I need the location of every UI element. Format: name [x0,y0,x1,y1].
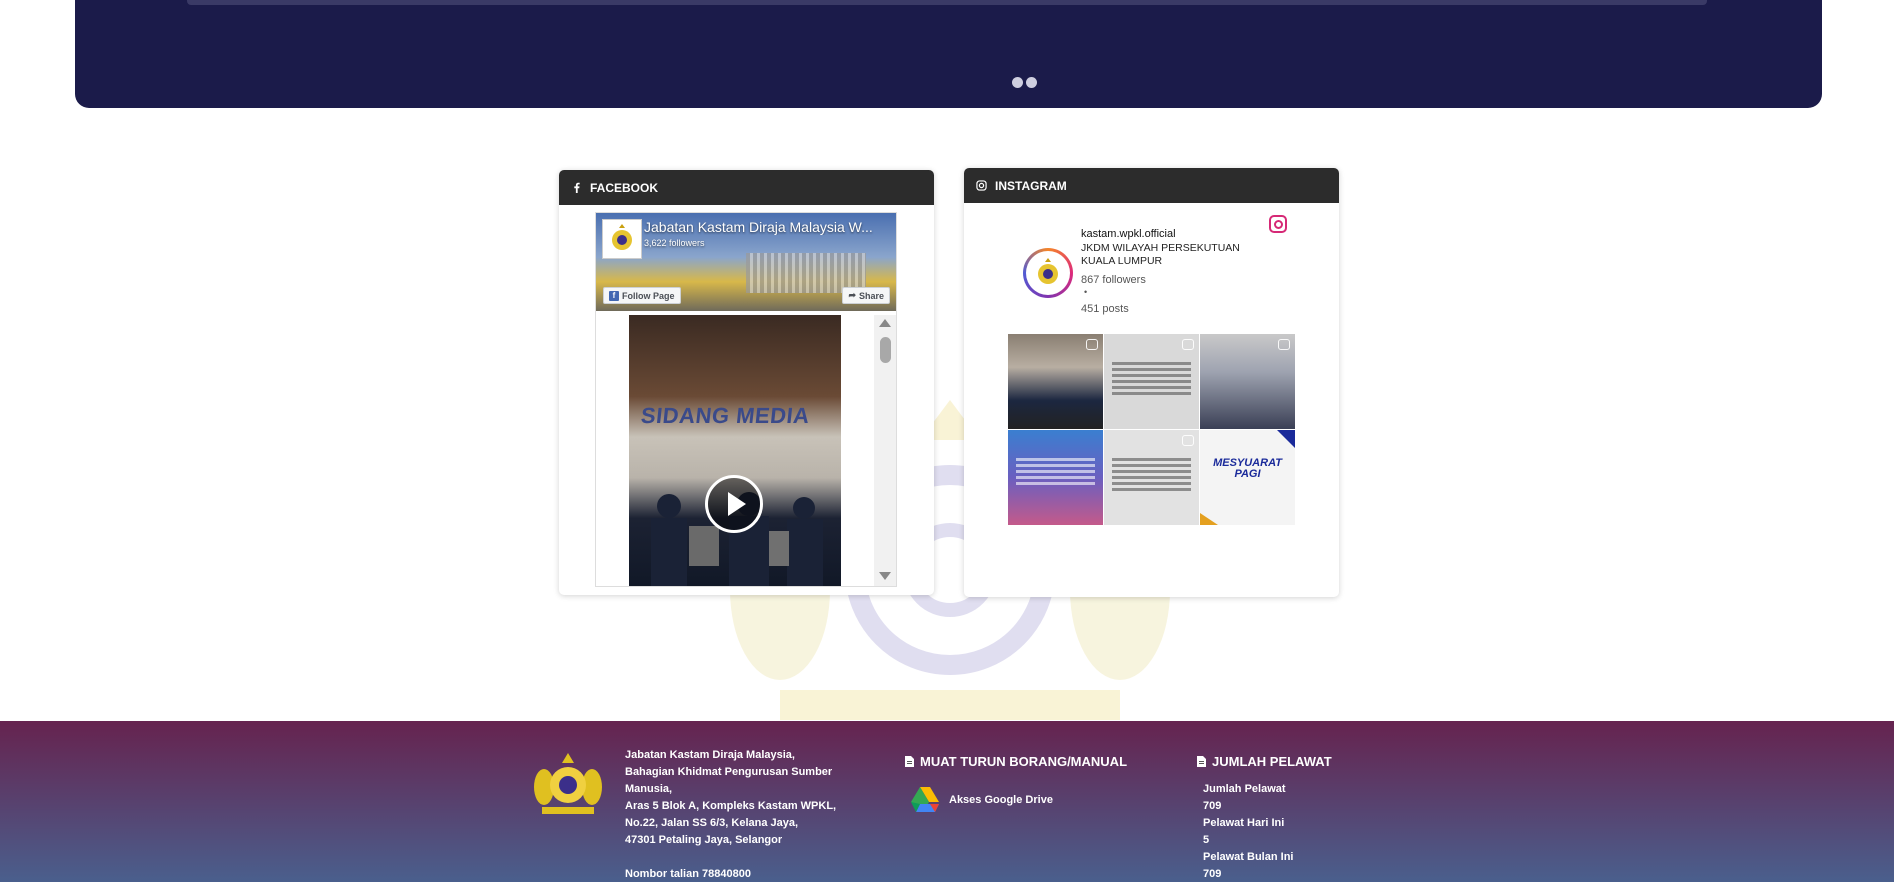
instagram-username[interactable]: kastam.wpkl.official [1081,228,1176,240]
address-line-1: Jabatan Kastam Diraja Malaysia, [625,749,795,761]
address-line-3: Aras 5 Blok A, Kompleks Kastam WPKL, [625,800,837,812]
instagram-card-header: INSTAGRAM [964,168,1339,203]
reel-icon [1086,339,1098,350]
address-line-5: 47301 Petaling Jaya, Selangor [625,834,783,846]
instagram-post-3[interactable] [1200,334,1295,429]
month-visitors-value: 709 [1203,868,1222,880]
instagram-post-1[interactable] [1008,334,1103,429]
total-visitors-value: 709 [1203,800,1222,812]
facebook-video-post[interactable]: SIDANG MEDIA [629,315,841,586]
instagram-followers: 867 followers [1081,274,1146,286]
address-line-4: No.22, Jalan SS 6/3, Kelana Jaya, [625,817,799,829]
downloads-heading-label: MUAT TURUN BORANG/MANUAL [920,754,1128,769]
reel-icon [1278,339,1290,350]
reel-icon [1182,435,1194,446]
facebook-card: FACEBOOK Jabatan Kastam Diraja Malaysia … [559,170,934,595]
today-visitors-value: 5 [1203,834,1210,846]
instagram-icon [976,180,987,191]
instagram-display-name: JKDM WILAYAH PERSEKUTUAN KUALA LUMPUR [1081,242,1240,267]
site-footer: Jabatan Kastam Diraja Malaysia, Bahagian… [0,721,1894,882]
facebook-card-header: FACEBOOK [559,170,934,205]
visitor-counter: Jumlah Pelawat 709 Pelawat Hari Ini 5 Pe… [1203,781,1293,882]
jkdm-logo-icon [612,224,632,250]
share-arrow-icon: ➦ [848,290,856,300]
instagram-card: INSTAGRAM kastam.wpkl.official JKDM WILA… [964,168,1339,597]
instagram-brand-icon[interactable] [1269,215,1287,233]
document-icon [905,756,914,767]
facebook-small-icon: f [609,290,619,301]
post-text-lines [1112,458,1191,494]
downloads-heading: MUAT TURUN BORANG/MANUAL [905,754,1127,769]
google-drive-icon [911,787,939,812]
play-icon [727,492,746,516]
facebook-followers: 3,622 followers [644,238,705,248]
carousel-dot-1[interactable] [1012,77,1023,88]
banner-content-bar [187,0,1707,5]
share-label: Share [858,290,884,301]
facebook-page-name[interactable]: Jabatan Kastam Diraja Malaysia W... [644,219,889,235]
scroll-up-arrow-icon[interactable] [879,319,891,327]
facebook-page-logo[interactable] [602,219,642,259]
total-visitors-label: Jumlah Pelawat [1203,783,1286,795]
instagram-posts-count: 451 posts [1081,303,1129,315]
tile-corner-decoration [1200,513,1218,525]
post-text-lines [1016,458,1095,488]
instagram-post-4[interactable] [1008,430,1103,525]
instagram-post-grid: MESYUARAT PAGI [1008,334,1295,526]
post-text-lines [1112,362,1191,398]
footer-address: Jabatan Kastam Diraja Malaysia, Bahagian… [625,747,840,882]
video-overlay-text: SIDANG MEDIA [639,403,811,428]
video-play-button[interactable] [705,475,763,533]
facebook-page-embed: Jabatan Kastam Diraja Malaysia W... 3,62… [595,212,897,587]
today-visitors-label: Pelawat Hari Ini [1203,817,1285,829]
instagram-post-5[interactable] [1104,430,1199,525]
instagram-separator: • [1084,287,1088,297]
tile-corner-decoration [1277,430,1295,448]
facebook-f-icon [574,182,580,193]
facebook-feed[interactable]: SIDANG MEDIA [596,315,896,586]
instagram-post-2[interactable] [1104,334,1199,429]
reel-icon [1182,339,1194,350]
month-visitors-label: Pelawat Bulan Ini [1203,851,1294,863]
jkdm-crest-icon [534,753,602,814]
jkdm-logo-icon [1038,258,1058,284]
follow-page-button[interactable]: f Follow Page [603,287,681,304]
hero-banner [75,0,1822,108]
instagram-section-title: INSTAGRAM [995,178,1067,193]
google-drive-label: Akses Google Drive [949,793,1053,806]
scroll-down-arrow-icon[interactable] [879,572,891,580]
follow-page-label: Follow Page [622,290,675,301]
google-drive-link[interactable]: Akses Google Drive [911,787,1053,812]
carousel-dots[interactable] [1012,77,1037,88]
instagram-avatar[interactable] [1023,248,1073,298]
feed-scrollbar[interactable] [874,315,896,586]
scrollbar-thumb[interactable] [880,337,891,363]
facebook-cover-photo: Jabatan Kastam Diraja Malaysia W... 3,62… [596,213,896,311]
document-icon [1197,756,1206,767]
visitors-heading: JUMLAH PELAWAT [1197,754,1332,769]
facebook-section-title: FACEBOOK [590,180,659,195]
share-button[interactable]: ➦ Share [842,287,890,304]
post-headline: MESYUARAT PAGI [1213,457,1282,480]
instagram-post-6[interactable]: MESYUARAT PAGI [1200,430,1295,525]
avatar-inner [1026,251,1070,295]
footer-phone: Nombor talian 78840800 [625,868,751,880]
carousel-dot-2[interactable] [1026,77,1037,88]
visitors-heading-label: JUMLAH PELAWAT [1212,754,1332,769]
address-line-2: Bahagian Khidmat Pengurusan Sumber Manus… [625,766,833,795]
